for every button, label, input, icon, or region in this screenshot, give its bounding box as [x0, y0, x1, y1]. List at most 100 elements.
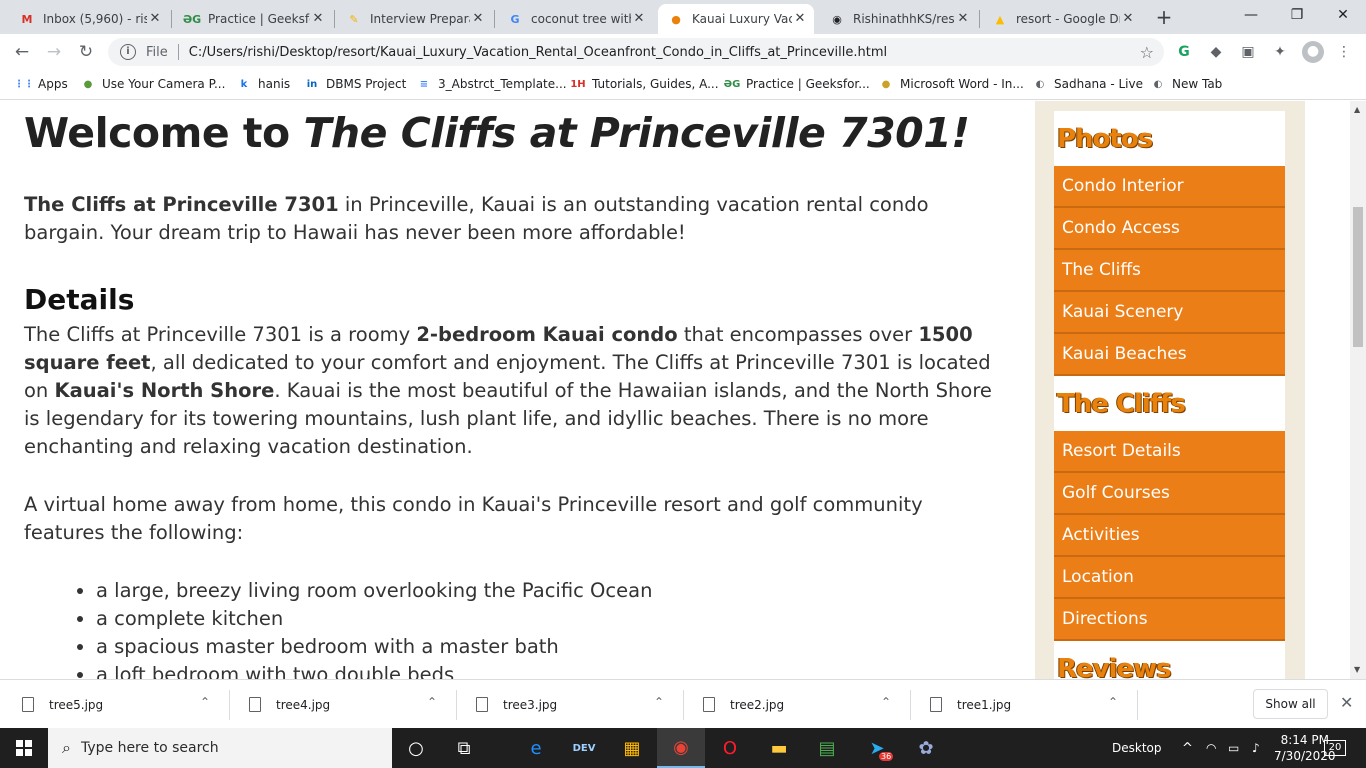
url-text[interactable]: C:/Users/rishi/Desktop/resort/Kauai_Luxu… — [189, 45, 887, 60]
bookmark-item[interactable]: ƏG Practice | Geeksfor... — [724, 76, 870, 92]
telegram-icon[interactable]: ➤ 36 — [853, 728, 901, 768]
task-view-icon[interactable]: ⧉ — [440, 728, 488, 768]
sidebar-item-activities[interactable]: Activities — [1054, 515, 1285, 557]
tab-7[interactable]: ▲ resort - Google Dr ✕ — [982, 4, 1142, 34]
wifi-icon[interactable]: ◠ — [1206, 728, 1216, 768]
globe-icon: ◐ — [1153, 78, 1163, 90]
bookmark-item[interactable]: ≡ 3_Abstrct_Template... — [416, 76, 567, 92]
sidebar-item-location[interactable]: Location — [1054, 557, 1285, 599]
bookmark-star-icon[interactable]: ☆ — [1140, 43, 1154, 62]
reload-icon[interactable]: ↻ — [72, 38, 100, 66]
tab-3[interactable]: ✎ Interview Preparat ✕ — [336, 4, 492, 34]
scroll-down-icon[interactable]: ▼ — [1354, 665, 1360, 674]
bookmark-item[interactable]: ● Use Your Camera P... — [80, 76, 226, 92]
chevron-up-icon[interactable]: ⌃ — [1108, 695, 1118, 709]
sidebar-item-kauai-scenery[interactable]: Kauai Scenery — [1054, 292, 1285, 334]
close-tab-icon[interactable]: ✕ — [631, 11, 647, 27]
taskbar-search-input[interactable]: ⌕ Type here to search — [48, 728, 392, 768]
page-viewport: Welcome to The Cliffs at Princeville 730… — [0, 101, 1350, 679]
windows-start-icon[interactable] — [0, 728, 48, 768]
tab-4[interactable]: Gcoconut tree with ✕ — [497, 4, 653, 34]
opera-icon[interactable]: O — [706, 728, 754, 768]
profile-avatar-icon[interactable]: ● — [1302, 41, 1324, 63]
tab-2[interactable]: ƏG Practice | Geeksfor✕ — [174, 4, 332, 34]
maximize-button[interactable]: ❐ — [1274, 0, 1320, 32]
download-item[interactable]: tree5.jpg ⌃ — [0, 680, 227, 729]
chevron-up-icon[interactable]: ⌃ — [654, 695, 664, 709]
sidebar-item-kauai-beaches[interactable]: Kauai Beaches — [1054, 334, 1285, 376]
close-tab-icon[interactable]: ✕ — [792, 11, 808, 27]
new-tab-button[interactable]: + — [1152, 6, 1176, 30]
docs-icon: ≡ — [419, 78, 429, 90]
chevron-up-icon[interactable]: ^ — [1182, 728, 1193, 768]
address-bar[interactable]: i File C:/Users/rishi/Desktop/resort/Kau… — [108, 38, 1164, 66]
minimize-button[interactable]: — — [1228, 0, 1274, 32]
sidebar-item-golf-courses[interactable]: Golf Courses — [1054, 473, 1285, 515]
details-bold-1: 2-bedroom Kauai condo — [416, 323, 678, 346]
resort-icon: ● — [671, 12, 681, 26]
desktop-label[interactable]: Desktop — [1112, 728, 1162, 768]
bookmark-item[interactable]: ◐ New Tab — [1150, 76, 1223, 92]
store-icon[interactable]: ▦ — [608, 728, 656, 768]
scroll-thumb[interactable] — [1353, 207, 1363, 347]
grammarly-icon[interactable]: G — [1174, 42, 1194, 62]
page-scrollbar[interactable]: ▲ ▼ — [1350, 101, 1366, 679]
pdf-extension-icon[interactable]: ▣ — [1238, 42, 1258, 62]
bookmark-item[interactable]: in DBMS Project — [304, 76, 407, 92]
back-icon[interactable]: ← — [8, 38, 36, 66]
tab-separator — [979, 10, 980, 28]
sidebar-item-condo-interior[interactable]: Condo Interior — [1054, 166, 1285, 208]
info-icon[interactable]: i — [120, 44, 136, 60]
details-heading: Details — [24, 283, 135, 316]
details-bold-3: Kauai's North Shore — [54, 379, 275, 402]
puzzle-extensions-icon[interactable]: ✦ — [1270, 42, 1290, 62]
edge-icon[interactable]: e — [512, 728, 560, 768]
file-explorer-icon[interactable]: ▬ — [755, 728, 803, 768]
bookmark-item[interactable]: k hanis — [236, 76, 290, 92]
spreadsheet-app-icon[interactable]: ▤ — [803, 728, 851, 768]
battery-icon[interactable]: ▭ — [1228, 728, 1239, 768]
close-window-button[interactable]: ✕ — [1320, 0, 1366, 32]
close-tab-icon[interactable]: ✕ — [147, 11, 163, 27]
close-downloads-icon[interactable]: ✕ — [1340, 693, 1353, 712]
cortana-icon[interactable]: ○ — [392, 728, 440, 768]
tab-6[interactable]: ◉ RishinathhKS/reso ✕ — [819, 4, 977, 34]
drive-icon: ▲ — [995, 12, 1005, 26]
devc-icon[interactable]: DEV — [560, 728, 608, 768]
scroll-up-icon[interactable]: ▲ — [1354, 105, 1360, 114]
volume-icon[interactable]: ♪ — [1252, 728, 1260, 768]
chevron-up-icon[interactable]: ⌃ — [200, 695, 210, 709]
download-item[interactable]: tree3.jpg ⌃ — [454, 680, 681, 729]
close-tab-icon[interactable]: ✕ — [1120, 11, 1136, 27]
tab-title: Kauai Luxury Vacat — [692, 12, 792, 26]
github-icon: ◉ — [832, 12, 842, 26]
tab-5[interactable]: ● Kauai Luxury Vacat✕ — [658, 4, 814, 34]
paint-app-icon[interactable]: ✿ — [902, 728, 950, 768]
close-tab-icon[interactable]: ✕ — [310, 11, 326, 27]
note-icon: ✎ — [349, 12, 359, 26]
chevron-up-icon[interactable]: ⌃ — [881, 695, 891, 709]
sidebar-item-directions[interactable]: Directions — [1054, 599, 1285, 641]
extension-icon[interactable]: ◆ — [1206, 42, 1226, 62]
download-item[interactable]: tree2.jpg ⌃ — [681, 680, 908, 729]
close-tab-icon[interactable]: ✕ — [470, 11, 486, 27]
bookmark-item[interactable]: ● Microsoft Word - In... — [878, 76, 1024, 92]
bookmark-item[interactable]: ◐ Sadhana - Live — [1032, 76, 1143, 92]
close-tab-icon[interactable]: ✕ — [955, 11, 971, 27]
download-item[interactable]: tree1.jpg ⌃ — [908, 680, 1135, 729]
bookmark-item[interactable]: ⋮⋮ Apps — [14, 76, 68, 92]
bookmark-item[interactable]: 1H Tutorials, Guides, A... — [570, 76, 718, 92]
chrome-icon[interactable]: ◉ — [657, 728, 705, 768]
title-property-name: The Cliffs at Princeville 7301! — [303, 109, 970, 157]
menu-kebab-icon[interactable]: ⋮ — [1334, 42, 1354, 62]
download-item[interactable]: tree4.jpg ⌃ — [227, 680, 454, 729]
chevron-up-icon[interactable]: ⌃ — [427, 695, 437, 709]
forward-icon[interactable]: → — [40, 38, 68, 66]
sidebar-item-resort-details[interactable]: Resort Details — [1054, 431, 1285, 473]
notification-count: 20 — [1324, 740, 1346, 756]
show-all-button[interactable]: Show all — [1253, 689, 1328, 719]
sidebar-item-the-cliffs[interactable]: The Cliffs — [1054, 250, 1285, 292]
notification-icon[interactable]: 20 — [1324, 728, 1346, 768]
sidebar-item-condo-access[interactable]: Condo Access — [1054, 208, 1285, 250]
tab-1[interactable]: M Inbox (5,960) - rish ✕ — [9, 4, 169, 34]
